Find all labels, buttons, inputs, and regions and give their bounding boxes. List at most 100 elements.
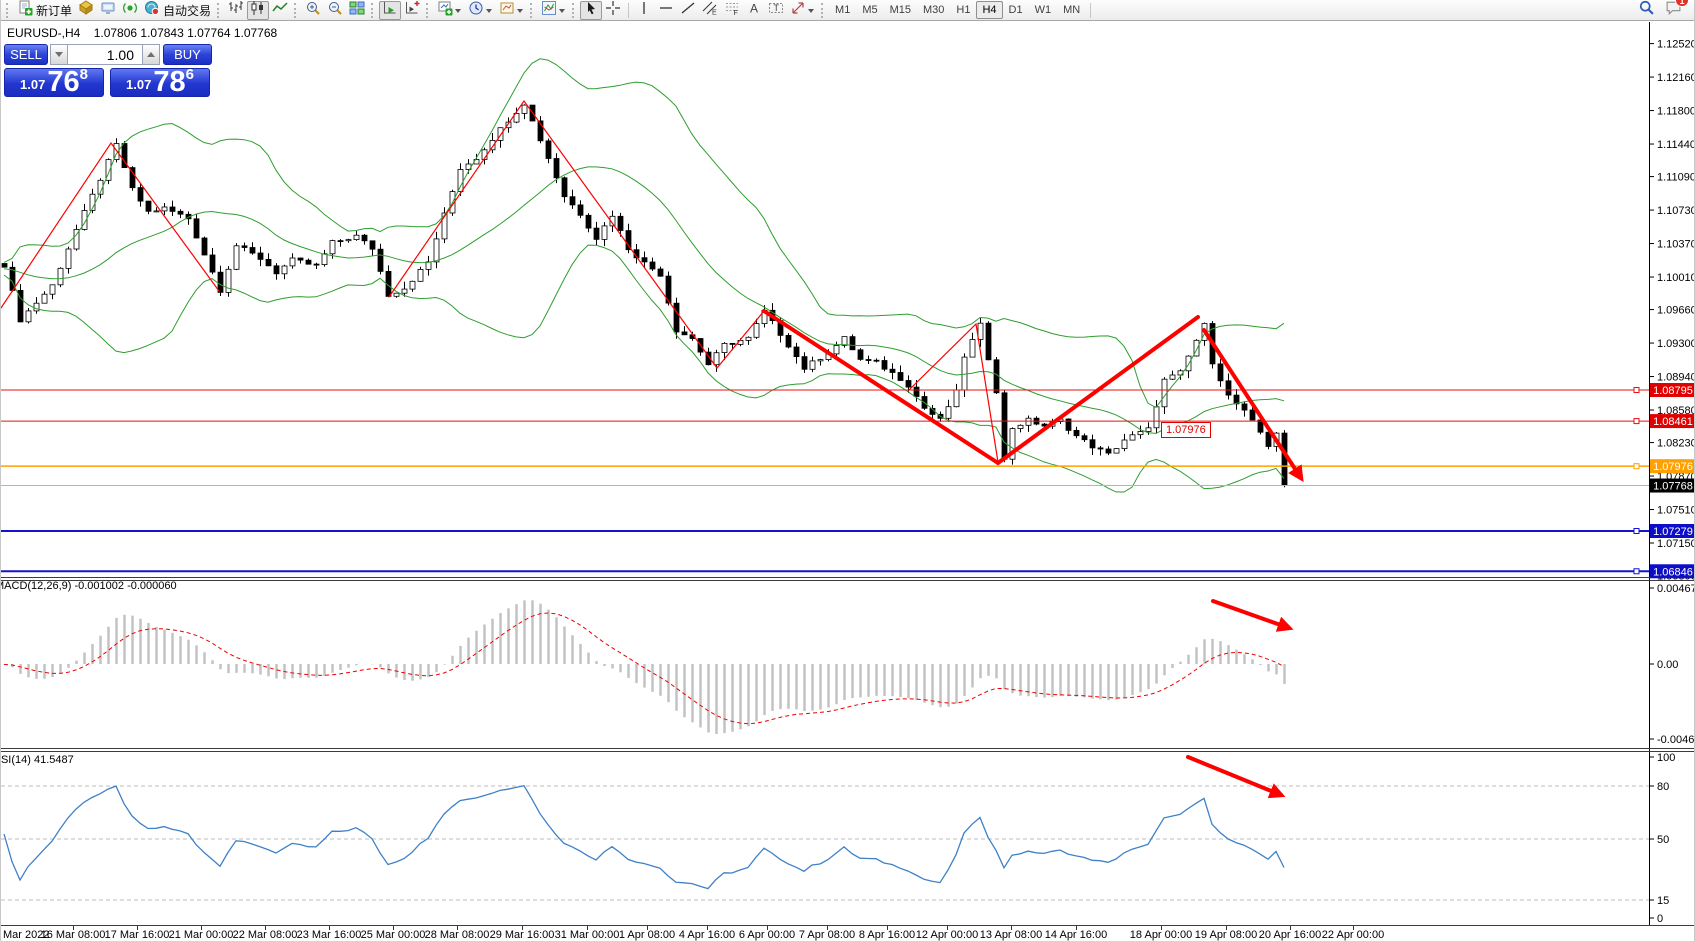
text-tool-button[interactable]: A: [743, 1, 765, 20]
arrows-icon: [790, 0, 806, 21]
chevron-down-icon: [559, 9, 565, 16]
trendline-tool-button[interactable]: [677, 1, 699, 20]
toolbar-grip[interactable]: [6, 3, 10, 18]
toolbar-grip[interactable]: [530, 3, 534, 18]
macd-histogram: [5, 600, 1285, 734]
chart-canvas[interactable]: 1.125201.121601.118001.114401.110901.107…: [1, 0, 1695, 941]
svg-text:21 Mar 00:00: 21 Mar 00:00: [169, 929, 234, 941]
vertical-line-tool-button[interactable]: [633, 1, 655, 20]
text-label-tool-button[interactable]: T: [765, 1, 787, 20]
volume-input[interactable]: [67, 44, 143, 65]
svg-text:16 Mar 08:00: 16 Mar 08:00: [41, 929, 106, 941]
tf-m1-button[interactable]: M1: [829, 1, 856, 19]
zoom-out-button[interactable]: [324, 1, 346, 20]
svg-text:6 Apr 00:00: 6 Apr 00:00: [739, 929, 795, 941]
svg-text:1.08940: 1.08940: [1657, 372, 1695, 384]
svg-text:1.07510: 1.07510: [1657, 505, 1695, 517]
auto-trading-button[interactable]: 自动交易: [141, 1, 214, 20]
svg-text:13 Apr 08:00: 13 Apr 08:00: [980, 929, 1042, 941]
svg-text:80: 80: [1657, 781, 1669, 793]
clock-icon: [468, 0, 484, 21]
toolbar-grip[interactable]: [821, 3, 825, 18]
volume-preset-button[interactable]: [50, 44, 67, 65]
toolbar-grip[interactable]: [572, 3, 576, 18]
new-chart-icon: [437, 0, 453, 21]
auto-scroll-button[interactable]: [379, 1, 401, 20]
svg-text:1.09660: 1.09660: [1657, 305, 1695, 317]
trend-arrow[interactable]: [1188, 757, 1281, 795]
terminal-icon: [100, 0, 116, 21]
bar-chart-mode-button[interactable]: [225, 1, 247, 20]
zoom-in-button[interactable]: [302, 1, 324, 20]
toolbar-separator: [628, 3, 629, 18]
toolbar-grip[interactable]: [217, 3, 221, 18]
signal-button[interactable]: [119, 1, 141, 20]
indicators-button[interactable]: [538, 1, 569, 20]
chart-shift-button[interactable]: [401, 1, 423, 20]
time-scale[interactable]: Mar 202216 Mar 08:0017 Mar 16:0021 Mar 0…: [3, 926, 1384, 941]
trend-arrow[interactable]: [1204, 330, 1301, 478]
buy-button[interactable]: BUY: [163, 44, 212, 65]
sell-price-display[interactable]: 1.07 76 8: [4, 68, 104, 97]
market-watch-button[interactable]: [75, 1, 97, 20]
arrows-tool-button[interactable]: [787, 1, 818, 20]
svg-text:1.08230: 1.08230: [1657, 438, 1695, 450]
tf-m5-button[interactable]: M5: [856, 1, 883, 19]
svg-text:28 Mar 08:00: 28 Mar 08:00: [425, 929, 490, 941]
line-chart-mode-button[interactable]: [269, 1, 291, 20]
toolbar-separator: [1090, 3, 1091, 18]
chevron-down-icon: [55, 52, 63, 61]
price-level-flag[interactable]: 1.07976: [1161, 422, 1211, 438]
tf-d1-button[interactable]: D1: [1003, 1, 1029, 19]
trend-arrow[interactable]: [1213, 601, 1289, 628]
svg-text:29 Mar 16:00: 29 Mar 16:00: [490, 929, 555, 941]
tile-windows-icon: [349, 0, 365, 21]
tf-h1-button[interactable]: H1: [950, 1, 976, 19]
svg-text:A: A: [750, 1, 758, 15]
toolbar-grip[interactable]: [371, 3, 375, 18]
channel-tool-button[interactable]: E: [699, 1, 721, 20]
buy-price-point: 6: [186, 66, 194, 83]
crosshair-icon: [605, 0, 621, 21]
tf-w1-button[interactable]: W1: [1029, 1, 1058, 19]
trend-annotations[interactable]: [1, 101, 1301, 795]
price-scale[interactable]: 1.125201.121601.118001.114401.110901.107…: [1649, 39, 1695, 583]
chart-frame: [1, 22, 1695, 926]
bar-chart-icon: [228, 0, 244, 21]
new-order-label: 新订单: [36, 2, 72, 19]
horizontal-lines[interactable]: 1.087951.084611.079761.077681.072791.068…: [1, 383, 1695, 578]
zoom-in-icon: [305, 0, 321, 21]
volume-increase-button[interactable]: [143, 44, 160, 65]
notifications-button[interactable]: 1: [1665, 0, 1682, 21]
fibonacci-tool-button[interactable]: F: [721, 1, 743, 20]
indicator-scale[interactable]: 0.0046780.00-0.0046571008050150: [1649, 583, 1695, 925]
horizontal-line-tool-button[interactable]: [655, 1, 677, 20]
crosshair-tool-button[interactable]: [602, 1, 624, 20]
toolbar-grip[interactable]: [426, 3, 430, 18]
sell-button[interactable]: SELL: [4, 44, 48, 65]
cursor-tool-button[interactable]: [580, 1, 602, 20]
template-icon: [499, 0, 515, 21]
templates-button[interactable]: [496, 1, 527, 20]
terminal-button[interactable]: [97, 1, 119, 20]
candlestick-mode-button[interactable]: [247, 1, 269, 20]
trend-line[interactable]: [909, 324, 998, 462]
chevron-down-icon: [808, 9, 814, 16]
tf-h4-button[interactable]: H4: [976, 1, 1002, 19]
candlestick-icon: [250, 0, 266, 21]
tf-mn-button[interactable]: MN: [1057, 1, 1086, 19]
svg-text:T: T: [774, 3, 780, 13]
buy-price-display[interactable]: 1.07 78 6: [110, 68, 210, 97]
candles: [2, 104, 1287, 487]
toolbar-grip[interactable]: [294, 3, 298, 18]
tile-windows-button[interactable]: [346, 1, 368, 20]
tf-m30-button[interactable]: M30: [917, 1, 950, 19]
tf-m15-button[interactable]: M15: [884, 1, 917, 19]
svg-text:15: 15: [1657, 895, 1669, 907]
search-icon[interactable]: [1638, 0, 1655, 21]
bollinger-bands: [4, 59, 1284, 492]
new-chart-button[interactable]: [434, 1, 465, 20]
periods-button[interactable]: [465, 1, 496, 20]
new-order-button[interactable]: 新订单: [14, 1, 75, 20]
chevron-up-icon: [147, 48, 155, 57]
